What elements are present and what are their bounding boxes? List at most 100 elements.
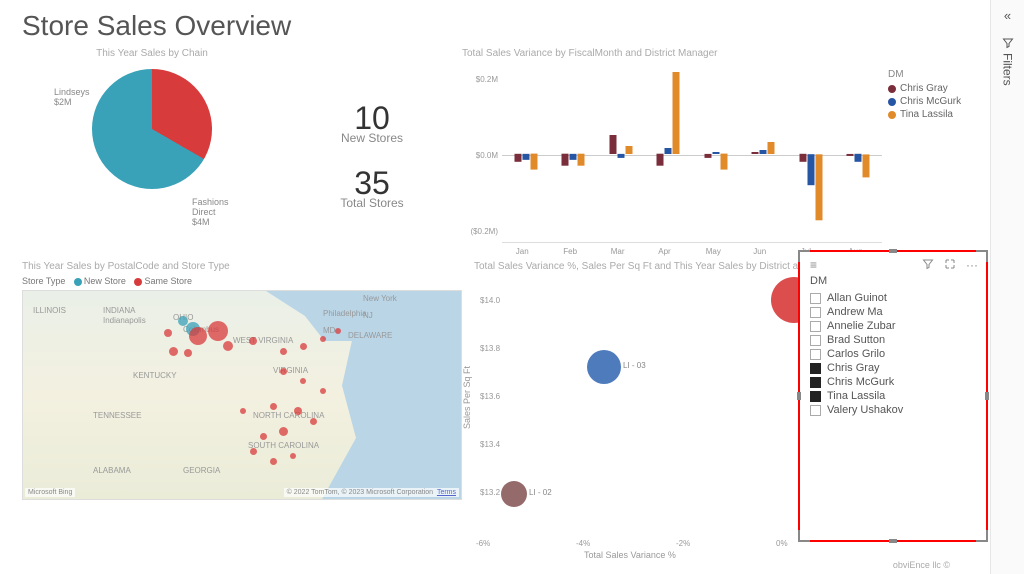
map-bubble[interactable] bbox=[310, 418, 317, 425]
resize-handle[interactable] bbox=[976, 250, 988, 262]
map-bubble[interactable] bbox=[260, 433, 267, 440]
kpi-card[interactable]: 10 New Stores bbox=[341, 100, 403, 145]
resize-handle[interactable] bbox=[798, 530, 810, 542]
bar[interactable] bbox=[704, 154, 711, 158]
bar[interactable] bbox=[760, 150, 767, 154]
slicer-item[interactable]: Chris Gray bbox=[800, 361, 986, 375]
bar[interactable] bbox=[578, 154, 585, 166]
checkbox[interactable] bbox=[810, 349, 821, 360]
map-bubble[interactable] bbox=[270, 458, 277, 465]
map-bubble[interactable] bbox=[300, 378, 306, 384]
resize-handle[interactable] bbox=[985, 392, 989, 400]
slicer-item-label: Valery Ushakov bbox=[827, 404, 903, 416]
axis-tick: $14.0 bbox=[480, 296, 500, 305]
bar[interactable] bbox=[847, 154, 854, 156]
resize-handle[interactable] bbox=[976, 530, 988, 542]
expand-pane-icon[interactable]: « bbox=[1004, 8, 1011, 23]
bar[interactable] bbox=[617, 154, 624, 158]
scatter-bubble[interactable] bbox=[501, 481, 527, 507]
bar[interactable] bbox=[562, 154, 569, 166]
checkbox[interactable] bbox=[810, 307, 821, 318]
map-bubble[interactable] bbox=[335, 328, 341, 334]
bar[interactable] bbox=[807, 154, 814, 185]
bar[interactable] bbox=[799, 154, 806, 162]
axis-tick: Jan bbox=[516, 247, 529, 256]
checkbox[interactable] bbox=[810, 321, 821, 332]
slicer-item[interactable]: Allan Guinot bbox=[800, 291, 986, 305]
bar[interactable] bbox=[514, 154, 521, 162]
map-bubble[interactable] bbox=[294, 407, 302, 415]
slicer-item[interactable]: Brad Sutton bbox=[800, 333, 986, 347]
map-bubble[interactable] bbox=[300, 343, 307, 350]
checkbox[interactable] bbox=[810, 293, 821, 304]
slicer-item-label: Andrew Ma bbox=[827, 306, 883, 318]
bar[interactable] bbox=[522, 154, 529, 160]
map-terms-link[interactable]: Terms bbox=[437, 489, 456, 496]
checkbox[interactable] bbox=[810, 405, 821, 416]
map-bubble[interactable] bbox=[250, 448, 257, 455]
resize-handle[interactable] bbox=[797, 392, 801, 400]
map-bubble[interactable] bbox=[320, 388, 326, 394]
dm-slicer[interactable]: ≡ ··· DM Allan GuinotAndrew MaAnnelie Zu… bbox=[800, 252, 986, 540]
slicer-item[interactable]: Andrew Ma bbox=[800, 305, 986, 319]
variance-chart[interactable]: Total Sales Variance by FiscalMonth and … bbox=[462, 48, 972, 243]
bar[interactable] bbox=[570, 154, 577, 160]
slicer-item[interactable]: Chris McGurk bbox=[800, 375, 986, 389]
filter-icon[interactable] bbox=[922, 258, 934, 273]
bar[interactable] bbox=[712, 152, 719, 154]
slicer-item-label: Annelie Zubar bbox=[827, 320, 896, 332]
bar[interactable] bbox=[863, 154, 870, 177]
map-bubble[interactable] bbox=[280, 348, 287, 355]
kpi-card[interactable]: 35 Total Stores bbox=[340, 165, 403, 210]
bar[interactable] bbox=[530, 154, 537, 170]
map-bubble[interactable] bbox=[164, 329, 172, 337]
focus-mode-icon[interactable] bbox=[944, 258, 956, 273]
bar[interactable] bbox=[673, 72, 680, 154]
map-bubble[interactable] bbox=[290, 453, 296, 459]
resize-handle[interactable] bbox=[889, 539, 897, 543]
bar[interactable] bbox=[625, 146, 632, 154]
map-bubble[interactable] bbox=[184, 349, 192, 357]
map-bubble[interactable] bbox=[189, 327, 207, 345]
map-bubble[interactable] bbox=[208, 321, 228, 341]
bar[interactable] bbox=[657, 154, 664, 166]
checkbox[interactable] bbox=[810, 391, 821, 402]
slicer-item[interactable]: Valery Ushakov bbox=[800, 403, 986, 417]
checkbox[interactable] bbox=[810, 335, 821, 346]
map-bubble[interactable] bbox=[240, 408, 246, 414]
map-bubble[interactable] bbox=[169, 347, 178, 356]
map-bubble[interactable] bbox=[320, 336, 326, 342]
map-bubble[interactable] bbox=[280, 368, 287, 375]
bar[interactable] bbox=[609, 135, 616, 155]
checkbox[interactable] bbox=[810, 363, 821, 374]
filters-tab[interactable]: Filters bbox=[999, 31, 1017, 92]
bar[interactable] bbox=[855, 154, 862, 162]
bar[interactable] bbox=[665, 148, 672, 154]
axis-tick: -2% bbox=[676, 539, 690, 548]
bar[interactable] bbox=[815, 154, 822, 220]
bar[interactable] bbox=[768, 142, 775, 154]
filters-pane-collapsed[interactable]: « Filters bbox=[990, 0, 1024, 574]
map-chart[interactable]: This Year Sales by PostalCode and Store … bbox=[22, 261, 462, 536]
slicer-item[interactable]: Carlos Grilo bbox=[800, 347, 986, 361]
pie-chart[interactable]: This Year Sales by Chain Lindseys$2M Fas… bbox=[22, 48, 282, 243]
map-bubble[interactable] bbox=[279, 427, 288, 436]
map-bubble[interactable] bbox=[249, 337, 257, 345]
scatter-bubble[interactable] bbox=[587, 350, 621, 384]
axis-tick: Apr bbox=[658, 247, 670, 256]
resize-handle[interactable] bbox=[798, 250, 810, 262]
slicer-item-label: Carlos Grilo bbox=[827, 348, 885, 360]
resize-handle[interactable] bbox=[889, 249, 897, 253]
pie-title: This Year Sales by Chain bbox=[22, 48, 282, 59]
slicer-item[interactable]: Annelie Zubar bbox=[800, 319, 986, 333]
axis-tick: 0% bbox=[776, 539, 788, 548]
bar[interactable] bbox=[752, 152, 759, 154]
axis-tick: $13.4 bbox=[480, 440, 500, 449]
kpi-label: Total Stores bbox=[340, 196, 403, 210]
drag-handle-icon[interactable]: ≡ bbox=[810, 258, 819, 273]
map-bubble[interactable] bbox=[270, 403, 277, 410]
map-bubble[interactable] bbox=[223, 341, 233, 351]
checkbox[interactable] bbox=[810, 377, 821, 388]
bar[interactable] bbox=[720, 154, 727, 170]
slicer-item[interactable]: Tina Lassila bbox=[800, 389, 986, 403]
